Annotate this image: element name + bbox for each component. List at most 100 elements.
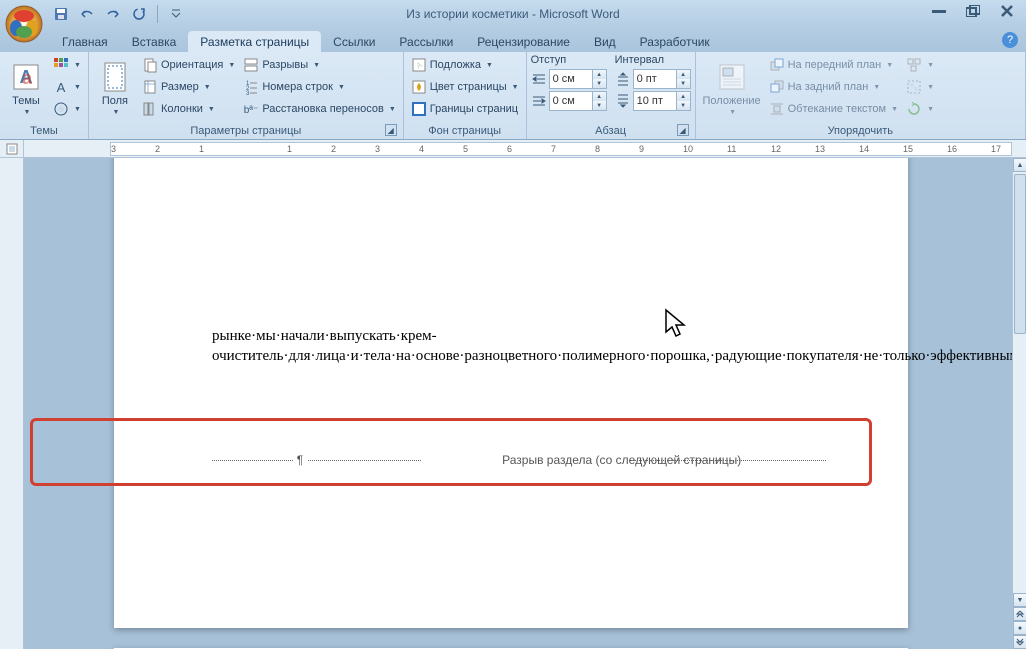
send-back-button[interactable]: На задний план▼ [766,76,901,98]
orientation-button[interactable]: Ориентация▼ [139,54,238,76]
spin-down[interactable]: ▼ [592,79,606,88]
themes-label: Темы [12,95,40,107]
group-page-setup: Поля ▼ Ориентация▼ Размер▼ Колонки▼ Разр… [89,52,404,139]
qat-more-button[interactable] [165,3,187,25]
group-button[interactable]: ▼ [903,76,937,98]
indent-right-input[interactable]: 0 см▲▼ [549,91,607,111]
titlebar: Из истории косметики - Microsoft Word [0,0,1026,28]
margins-label: Поля [102,95,128,107]
tab-developer[interactable]: Разработчик [628,31,722,52]
spin-up[interactable]: ▲ [592,70,606,79]
spacing-label: Интервал [615,54,691,66]
scroll-down-button[interactable]: ▼ [1013,593,1026,607]
themes-button[interactable]: Aa Темы ▼ [4,54,48,122]
help-button[interactable]: ? [1002,32,1018,48]
group-paragraph: Отступ 0 см▲▼ 0 см▲▼ Интервал 0 пт▲▼ [527,52,696,139]
page-container[interactable]: рынке·мы·начали·выпускать·крем-очистител… [24,158,1012,649]
indent-label: Отступ [531,54,607,66]
rotate-button[interactable]: ▼ [903,98,937,120]
scroll-thumb[interactable] [1014,174,1026,334]
document-area: рынке·мы·начали·выпускать·крем-очистител… [0,158,1012,649]
theme-effects-button[interactable]: ▼ [50,98,84,120]
horizontal-ruler[interactable]: 3211234567891011121314151617 [110,142,1012,156]
repeat-button[interactable] [128,3,150,25]
align-button[interactable]: ▼ [903,54,937,76]
mouse-cursor [664,308,688,340]
spin-down[interactable]: ▼ [592,101,606,110]
position-button[interactable]: Положение ▼ [700,54,764,122]
close-button[interactable] [994,2,1020,20]
minimize-button[interactable] [926,2,952,20]
redo-button[interactable] [102,3,124,25]
line-numbers-button[interactable]: 123Номера строк▼ [240,76,398,98]
tab-mailings[interactable]: Рассылки [387,31,465,52]
group-label-page-setup: Параметры страницы◢ [93,123,399,139]
bring-front-button[interactable]: На передний план▼ [766,54,901,76]
page-borders-button[interactable]: Границы страниц [408,98,522,120]
theme-colors-button[interactable]: ▼ [50,54,84,76]
page-color-button[interactable]: Цвет страницы▼ [408,76,522,98]
ruler-row: 3211234567891011121314151617 [0,140,1026,158]
prev-page-button[interactable] [1013,607,1026,621]
page-setup-launcher[interactable]: ◢ [385,124,397,136]
spin-down[interactable]: ▼ [676,79,690,88]
qat-separator [157,5,158,23]
svg-text:A: A [57,80,66,95]
annotation-highlight [30,418,872,486]
hyphenation-button[interactable]: bª⁻Расстановка переносов▼ [240,98,398,120]
columns-button[interactable]: Колонки▼ [139,98,238,120]
chevron-down-icon: ▼ [24,109,31,116]
ribbon-tabs: Главная Вставка Разметка страницы Ссылки… [0,28,1026,52]
vertical-scrollbar[interactable]: ▲ ▼ ● [1012,158,1026,649]
space-before-icon [615,71,631,87]
tab-page-layout[interactable]: Разметка страницы [188,31,321,52]
ruler-corner[interactable] [0,140,24,158]
group-label-themes: Темы [4,123,84,139]
theme-fonts-button[interactable]: A▼ [50,76,84,98]
size-button[interactable]: Размер▼ [139,76,238,98]
group-page-background: AПодложка▼ Цвет страницы▼ Границы страни… [404,52,527,139]
spin-up[interactable]: ▲ [676,92,690,101]
scroll-up-button[interactable]: ▲ [1013,158,1026,172]
tab-insert[interactable]: Вставка [120,31,189,52]
breaks-button[interactable]: Разрывы▼ [240,54,398,76]
svg-text:bª⁻: bª⁻ [244,105,259,116]
browse-object-button[interactable]: ● [1013,621,1026,635]
page-1: рынке·мы·начали·выпускать·крем-очистител… [114,158,908,628]
watermark-button[interactable]: AПодложка▼ [408,54,522,76]
undo-button[interactable] [76,3,98,25]
office-button[interactable] [4,4,44,44]
text-wrap-button[interactable]: Обтекание текстом▼ [766,98,901,120]
tab-review[interactable]: Рецензирование [465,31,582,52]
spin-up[interactable]: ▲ [592,92,606,101]
svg-text:3: 3 [246,91,250,95]
tab-home[interactable]: Главная [50,31,120,52]
save-button[interactable] [50,3,72,25]
spin-down[interactable]: ▼ [676,101,690,110]
group-themes: Aa Темы ▼ ▼ A▼ ▼ Темы [0,52,89,139]
margins-button[interactable]: Поля ▼ [93,54,137,122]
window-title: Из истории косметики - Microsoft Word [406,7,619,21]
group-label-arrange: Упорядочить [700,123,1021,139]
tab-references[interactable]: Ссылки [321,31,387,52]
space-before-input[interactable]: 0 пт▲▼ [633,69,691,89]
indent-right-icon [531,93,547,109]
group-arrange: Положение ▼ На передний план▼ На задний … [696,52,1026,139]
paragraph-1[interactable]: рынке·мы·начали·выпускать·крем-очистител… [212,326,826,367]
tab-view[interactable]: Вид [582,31,628,52]
indent-left-icon [531,71,547,87]
group-label-page-bg: Фон страницы [408,123,522,139]
spin-up[interactable]: ▲ [676,70,690,79]
window-controls [926,2,1020,20]
ribbon: Aa Темы ▼ ▼ A▼ ▼ Темы Поля ▼ Ориентация▼… [0,52,1026,140]
maximize-button[interactable] [960,2,986,20]
space-after-input[interactable]: 10 пт▲▼ [633,91,691,111]
svg-text:a: a [22,68,33,88]
vertical-ruler[interactable] [0,158,24,649]
paragraph-launcher[interactable]: ◢ [677,124,689,136]
indent-left-input[interactable]: 0 см▲▼ [549,69,607,89]
space-after-icon [615,93,631,109]
group-label-paragraph: Абзац◢ [531,123,691,139]
quick-access-toolbar [50,3,187,25]
next-page-button[interactable] [1013,635,1026,649]
